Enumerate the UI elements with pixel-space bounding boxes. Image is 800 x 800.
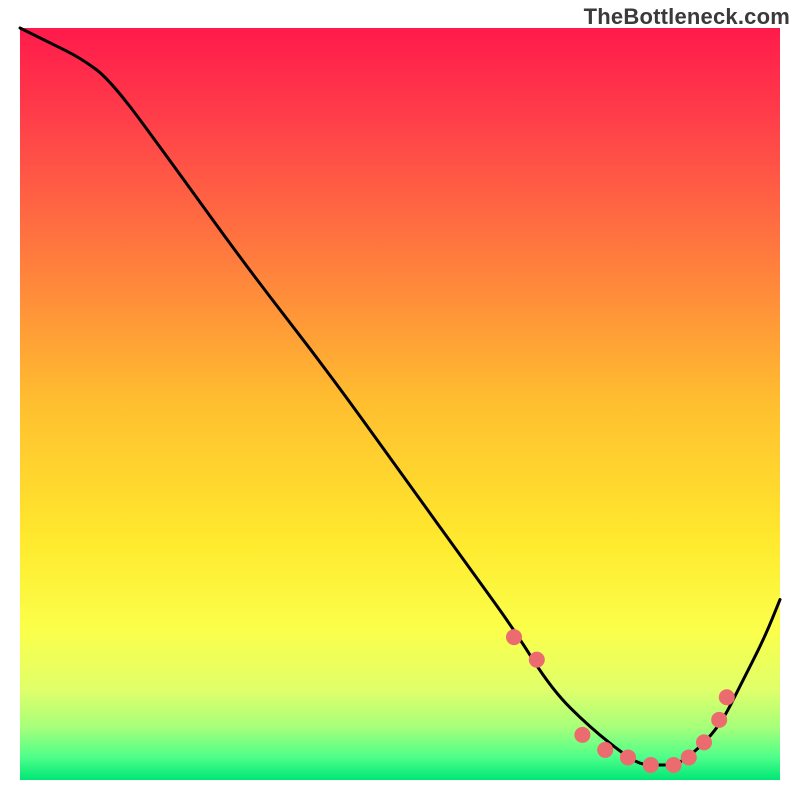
chart-stage: TheBottleneck.com: [0, 0, 800, 800]
highlight-dot: [719, 689, 735, 705]
highlight-dot: [643, 757, 659, 773]
highlight-dot: [681, 749, 697, 765]
highlight-dot: [696, 734, 712, 750]
highlight-dot: [529, 652, 545, 668]
highlight-dot: [597, 742, 613, 758]
highlight-dot: [711, 712, 727, 728]
bottleneck-chart: [0, 0, 800, 800]
plot-background: [20, 28, 780, 780]
highlight-dot: [666, 757, 682, 773]
highlight-dot: [574, 727, 590, 743]
highlight-dot: [620, 749, 636, 765]
highlight-dot: [506, 629, 522, 645]
